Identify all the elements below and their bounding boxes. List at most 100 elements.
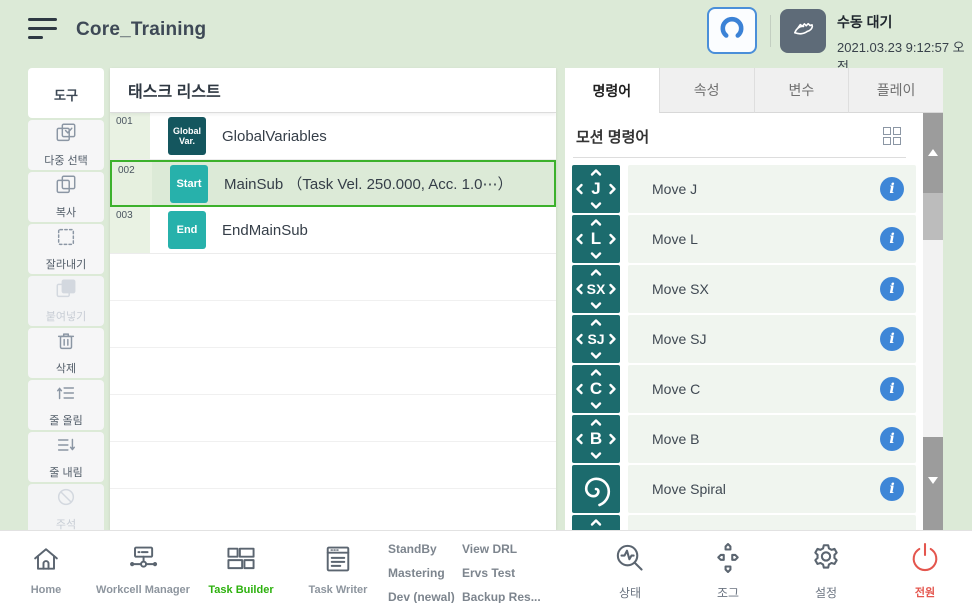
grid-view-icon[interactable] — [883, 127, 902, 146]
move-j-icon[interactable]: J — [572, 165, 620, 213]
sidebar-item-line-up[interactable]: 줄 올림 — [28, 380, 104, 430]
manual-mode-badge — [780, 9, 826, 53]
info-icon[interactable]: i — [880, 477, 904, 501]
debug-mastering[interactable]: Mastering — [388, 561, 455, 585]
move-sx-icon[interactable]: SX — [572, 265, 620, 313]
sidebar-item-comment: 주석 — [28, 484, 104, 530]
command-row-move-c: C Move C i — [565, 365, 923, 415]
scroll-down-button[interactable] — [923, 437, 943, 530]
trash-icon — [55, 330, 77, 357]
tab-play[interactable]: 플레이 — [848, 68, 943, 113]
debug-backup-res[interactable]: Backup Res... — [462, 585, 541, 603]
empty-task-row — [110, 442, 556, 489]
sidebar-item-cut[interactable]: 잘라내기 — [28, 224, 104, 274]
multi-select-icon — [55, 122, 77, 149]
scrollbar-thumb[interactable] — [923, 193, 943, 240]
nav-task-writer[interactable]: Task Writer — [300, 543, 376, 596]
task-list-panel: 태스크 리스트 001 Global Var. GlobalVariables … — [110, 68, 556, 530]
section-divider — [573, 157, 906, 158]
motion-commands-title: 모션 명령어 — [576, 126, 649, 147]
motion-command-panel: 모션 명령어 J Move J i L Move L — [565, 113, 943, 530]
hand-guiding-button[interactable] — [707, 7, 757, 54]
tab-variables[interactable]: 변수 — [754, 68, 849, 113]
task-row-mainsub-selected[interactable]: 002 Start MainSub （Task Vel. 250.000, Ac… — [110, 160, 556, 207]
start-badge: Start — [170, 165, 208, 203]
sidebar-item-delete[interactable]: 삭제 — [28, 328, 104, 378]
info-icon[interactable]: i — [880, 177, 904, 201]
move-c-icon[interactable]: C — [572, 365, 620, 413]
command-row-move-j: J Move J i — [565, 165, 923, 215]
task-builder-icon — [225, 562, 257, 579]
workcell-manager-icon — [127, 562, 159, 579]
tool-sidebar: 도구 다중 선택 복사 잘라내기 붙여넣기 — [28, 68, 104, 530]
debug-view-drl[interactable]: View DRL — [462, 537, 541, 561]
status-monitor-icon — [613, 562, 647, 579]
line-down-icon — [55, 434, 77, 461]
debug-dev-newal[interactable]: Dev (newal) — [388, 585, 455, 603]
nav-task-builder[interactable]: Task Builder — [205, 543, 277, 596]
move-sj-icon[interactable]: SJ — [572, 315, 620, 363]
move-l-icon[interactable]: L — [572, 215, 620, 263]
hand-icon — [790, 16, 816, 47]
line-up-icon — [55, 382, 77, 409]
debug-column-1: StandBy Mastering Dev (newal) — [388, 537, 455, 603]
nav-home[interactable]: Home — [17, 543, 75, 596]
sidebar-title-tools: 도구 — [28, 68, 104, 118]
empty-task-row — [110, 489, 556, 530]
partial-command-icon[interactable] — [572, 515, 620, 530]
cut-icon — [55, 226, 77, 253]
info-icon[interactable]: i — [880, 227, 904, 251]
row-number: 001 — [110, 113, 150, 159]
task-row-label: MainSub （Task Vel. 250.000, Acc. 1.0⋯） — [224, 173, 513, 194]
debug-ervs-test[interactable]: Ervs Test — [462, 561, 541, 585]
info-icon[interactable]: i — [880, 277, 904, 301]
move-spiral-icon[interactable] — [572, 465, 620, 513]
arrow-up-icon — [928, 149, 938, 156]
debug-standby[interactable]: StandBy — [388, 537, 455, 561]
globalvar-badge: Global Var. — [168, 117, 206, 155]
hamburger-menu-icon[interactable] — [28, 18, 58, 44]
nav-workcell-manager[interactable]: Workcell Manager — [88, 543, 198, 596]
command-button[interactable]: Move L i — [628, 215, 916, 263]
info-icon[interactable]: i — [880, 427, 904, 451]
command-button[interactable]: Move C i — [628, 365, 916, 413]
command-scrollbar[interactable] — [923, 113, 943, 530]
arrow-down-icon — [928, 477, 938, 484]
command-row-move-b: B Move B i — [565, 415, 923, 465]
command-button[interactable]: Move SX i — [628, 265, 916, 313]
command-panel-tabs: 명령어 속성 변수 플레이 — [565, 68, 943, 113]
prohibit-icon — [55, 486, 77, 513]
sidebar-item-paste: 붙여넣기 — [28, 276, 104, 326]
app-root: Core_Training 수동 대기 2021.03.23 9:12: — [0, 0, 972, 603]
sidebar-item-multi-select[interactable]: 다중 선택 — [28, 120, 104, 170]
command-button[interactable]: Move J i — [628, 165, 916, 213]
empty-task-row — [110, 301, 556, 348]
gear-icon — [809, 562, 843, 579]
task-row-endmainsub[interactable]: 003 End EndMainSub — [110, 207, 556, 254]
command-button[interactable] — [628, 515, 916, 530]
tab-properties[interactable]: 속성 — [659, 68, 754, 113]
command-button[interactable]: Move SJ i — [628, 315, 916, 363]
tab-commands[interactable]: 명령어 — [565, 68, 659, 113]
debug-column-2: View DRL Ervs Test Backup Res... — [462, 537, 541, 603]
command-button[interactable]: Move Spiral i — [628, 465, 916, 513]
command-button[interactable]: Move B i — [628, 415, 916, 463]
home-icon — [30, 562, 62, 579]
info-icon[interactable]: i — [880, 327, 904, 351]
task-row-label: EndMainSub — [222, 222, 308, 239]
command-row-move-l: L Move L i — [565, 215, 923, 265]
nav-settings[interactable]: 설정 — [798, 541, 854, 601]
jog-dpad-icon — [711, 562, 745, 579]
info-icon[interactable]: i — [880, 377, 904, 401]
nav-jog[interactable]: 조그 — [700, 541, 756, 601]
nav-power[interactable]: 전원 — [897, 541, 953, 600]
sidebar-item-line-down[interactable]: 줄 내림 — [28, 432, 104, 482]
nav-status[interactable]: 상태 — [602, 541, 658, 601]
bottom-nav-bar: Home Workcell Manager Task Builder Task … — [0, 530, 972, 603]
task-row-globalvariables[interactable]: 001 Global Var. GlobalVariables — [110, 113, 556, 160]
sidebar-item-copy[interactable]: 복사 — [28, 172, 104, 222]
empty-task-row — [110, 395, 556, 442]
move-b-icon[interactable]: B — [572, 415, 620, 463]
row-number: 002 — [112, 162, 152, 205]
scroll-up-button[interactable] — [923, 113, 943, 193]
